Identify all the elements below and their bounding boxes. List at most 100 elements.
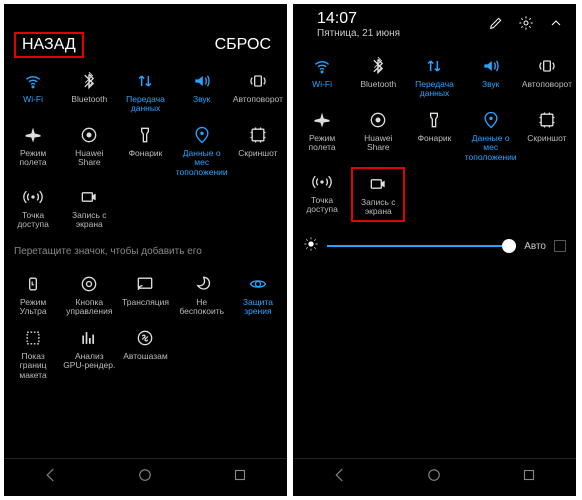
tile-label: Скриншот bbox=[526, 134, 567, 143]
tile-wifi[interactable]: Wi-Fi bbox=[295, 51, 349, 103]
status-bar bbox=[4, 4, 287, 28]
tile-wifi[interactable]: Wi-Fi bbox=[6, 66, 60, 118]
edit-icon[interactable] bbox=[488, 15, 504, 36]
tile-bluetooth[interactable]: Bluetooth bbox=[351, 51, 405, 103]
tile-hotspot[interactable]: Точка доступа bbox=[6, 182, 60, 234]
nav-recent-icon[interactable] bbox=[520, 466, 538, 489]
flashlight-icon bbox=[133, 123, 157, 147]
tile-cast[interactable]: Трансляция bbox=[118, 269, 172, 321]
autoshazam-icon bbox=[133, 326, 157, 350]
screenshot-icon bbox=[535, 108, 559, 132]
nav-recent-icon[interactable] bbox=[231, 466, 249, 489]
hotspot-icon bbox=[310, 170, 334, 194]
tile-label: Звук bbox=[481, 80, 500, 89]
tile-flashlight[interactable]: Фонарик bbox=[118, 120, 172, 180]
huaweishare-icon bbox=[77, 123, 101, 147]
screenrec-icon bbox=[366, 172, 390, 196]
tile-hotspot[interactable]: Точка доступа bbox=[295, 167, 349, 222]
top-row: 14:07 Пятница, 21 июня bbox=[293, 4, 576, 47]
tile-location[interactable]: Данные о мес тоположении bbox=[175, 120, 229, 180]
tile-autorotate[interactable]: Автоповорот bbox=[231, 66, 285, 118]
mobiledata-icon bbox=[422, 54, 446, 78]
airplane-icon bbox=[21, 123, 45, 147]
flashlight-icon bbox=[422, 108, 446, 132]
nav-bar bbox=[293, 458, 576, 496]
tile-bluetooth[interactable]: Bluetooth bbox=[62, 66, 116, 118]
bluetooth-icon bbox=[77, 69, 101, 93]
brightness-slider[interactable] bbox=[327, 245, 516, 247]
huaweishare-icon bbox=[366, 108, 390, 132]
tile-autorotate[interactable]: Автоповорот bbox=[520, 51, 574, 103]
auto-brightness-checkbox[interactable] bbox=[554, 240, 566, 252]
tile-label: Автоповорот bbox=[232, 95, 284, 104]
tile-screenrec[interactable]: Запись с экрана bbox=[62, 182, 116, 234]
tile-label: Скриншот bbox=[237, 149, 278, 158]
tile-eyecomfort[interactable]: Защита зрения bbox=[231, 269, 285, 321]
tile-mobiledata[interactable]: Передача данных bbox=[118, 66, 172, 118]
reset-button[interactable]: СБРОС bbox=[209, 34, 277, 56]
tile-airplane[interactable]: Режим полета bbox=[6, 120, 60, 180]
eyecomfort-icon bbox=[246, 272, 270, 296]
tile-dnd[interactable]: Не беспокоить bbox=[175, 269, 229, 321]
tile-label: Huawei Share bbox=[351, 134, 405, 153]
tile-label: Фонарик bbox=[417, 134, 453, 143]
slider-thumb[interactable] bbox=[502, 239, 516, 253]
layoutbounds-icon bbox=[21, 326, 45, 350]
tile-huaweishare[interactable]: Huawei Share bbox=[351, 105, 405, 165]
back-button[interactable]: НАЗАД bbox=[14, 32, 84, 58]
tile-label: Режим Ультра bbox=[6, 298, 60, 317]
nav-back-icon[interactable] bbox=[42, 466, 60, 489]
tile-label: Кнопка управления bbox=[62, 298, 116, 317]
tile-sound[interactable]: Звук bbox=[175, 66, 229, 118]
active-tiles-grid: Wi-Fi Bluetooth Передача данных Звук Автопов… bbox=[4, 62, 287, 238]
gear-icon[interactable] bbox=[518, 15, 534, 36]
screenshot-icon bbox=[246, 123, 270, 147]
tile-label: Точка доступа bbox=[6, 211, 60, 230]
nav-back-icon[interactable] bbox=[331, 466, 349, 489]
wifi-icon bbox=[310, 54, 334, 78]
hotspot-icon bbox=[21, 185, 45, 209]
nav-bar bbox=[4, 458, 287, 496]
tile-label: Режим полета bbox=[6, 149, 60, 168]
tile-sound[interactable]: Звук bbox=[464, 51, 518, 103]
time-text: 14:07 bbox=[317, 10, 400, 28]
date-text: Пятница, 21 июня bbox=[317, 28, 400, 39]
tile-label: Звук bbox=[192, 95, 211, 104]
tile-screenrec[interactable]: Запись с экрана bbox=[351, 167, 405, 222]
cast-icon bbox=[133, 272, 157, 296]
tile-label: Wi-Fi bbox=[311, 80, 333, 89]
tile-autoshazam[interactable]: Автошазам bbox=[118, 323, 172, 383]
tile-label: Точка доступа bbox=[295, 196, 349, 215]
nav-home-icon[interactable] bbox=[425, 466, 443, 489]
tile-label: Автошазам bbox=[122, 352, 168, 361]
tile-label: Wi-Fi bbox=[22, 95, 44, 104]
tile-mobiledata[interactable]: Передача данных bbox=[407, 51, 461, 103]
tile-airplane[interactable]: Режим полета bbox=[295, 105, 349, 165]
tile-label: Анализ GPU-рендер. bbox=[62, 352, 116, 371]
tile-flashlight[interactable]: Фонарик bbox=[407, 105, 461, 165]
wifi-icon bbox=[21, 69, 45, 93]
tile-location[interactable]: Данные о мес тоположении bbox=[464, 105, 518, 165]
tile-screenshot[interactable]: Скриншот bbox=[231, 120, 285, 180]
autorotate-icon bbox=[246, 69, 270, 93]
tile-label: Передача данных bbox=[407, 80, 461, 99]
collapse-icon[interactable] bbox=[548, 15, 564, 36]
tile-gpurender[interactable]: Анализ GPU-рендер. bbox=[62, 323, 116, 383]
tile-label: Bluetooth bbox=[359, 80, 397, 89]
nav-home-icon[interactable] bbox=[136, 466, 154, 489]
tile-label: Данные о мес тоположении bbox=[175, 149, 229, 177]
tile-label: Передача данных bbox=[118, 95, 172, 114]
tile-label: Данные о мес тоположении bbox=[464, 134, 518, 162]
tile-label: Защита зрения bbox=[231, 298, 285, 317]
tile-navbutton[interactable]: Кнопка управления bbox=[62, 269, 116, 321]
tile-ultra[interactable]: Режим Ультра bbox=[6, 269, 60, 321]
tile-label: Показ границ макета bbox=[6, 352, 60, 380]
navbutton-icon bbox=[77, 272, 101, 296]
tile-label: Bluetooth bbox=[70, 95, 108, 104]
airplane-icon bbox=[310, 108, 334, 132]
tile-layoutbounds[interactable]: Показ границ макета bbox=[6, 323, 60, 383]
tile-screenshot[interactable]: Скриншот bbox=[520, 105, 574, 165]
tile-huaweishare[interactable]: Huawei Share bbox=[62, 120, 116, 180]
phone-left: НАЗАД СБРОС Wi-Fi Bluetooth Передача данны… bbox=[4, 4, 287, 496]
edit-header: НАЗАД СБРОС bbox=[4, 28, 287, 62]
